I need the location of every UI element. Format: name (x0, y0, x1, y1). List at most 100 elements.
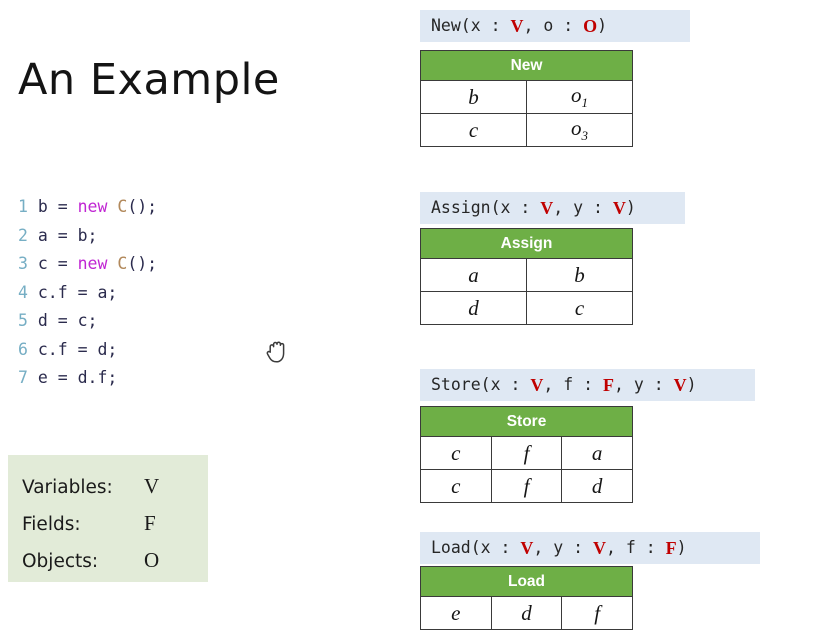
signature-text: , f : (543, 374, 603, 394)
signature-type-symbol: F (665, 538, 677, 558)
cell-value: f (523, 473, 530, 498)
cell-value: d (521, 600, 532, 625)
page-title: An Example (18, 55, 280, 105)
legend-row: Variables: V (22, 469, 202, 503)
signature-text: Assign(x : (431, 197, 541, 217)
table-row: b o1 (420, 80, 633, 114)
code-token-plain: (); (127, 197, 158, 216)
code-token-plain: d = c; (37, 311, 98, 330)
code-line: 7 e = d.f; (18, 364, 157, 393)
relation-signature-load: Load(x : V, y : V, f : F) (420, 532, 760, 564)
signature-text: , o : (523, 15, 584, 35)
code-token-kw: new (77, 254, 118, 273)
table-cell: d (490, 596, 563, 630)
code-line-number: 2 (18, 225, 28, 245)
code-line-number: 7 (18, 368, 28, 387)
signature-text: Store(x : (431, 374, 531, 394)
table-cell: d (420, 291, 527, 325)
cell-value: c (468, 117, 479, 142)
table-header-row: Store (420, 406, 633, 437)
legend-symbol: O (144, 548, 160, 572)
table-header-new: New (420, 50, 633, 81)
signature-text: , y : (533, 537, 594, 557)
signature-text: , f : (606, 537, 666, 557)
legend-label: Variables: (22, 477, 113, 498)
code-token-plain: c.f = d; (37, 339, 118, 359)
table-cell: o1 (526, 80, 633, 114)
code-token-plain: c.f = a; (37, 282, 118, 302)
signature-text: , y : (553, 197, 613, 217)
table-cell: b (420, 80, 527, 114)
relation-table-store: Store c f a c f d (420, 406, 633, 503)
cell-value: c (451, 440, 461, 465)
cell-value: d (468, 295, 479, 320)
code-line: 1 b = new C(); (18, 193, 157, 222)
signature-type-symbol: F (602, 375, 614, 395)
cell-subscript: 3 (581, 128, 589, 144)
table-row: cfa (420, 436, 633, 470)
code-token-plain: e = d.f; (37, 368, 118, 387)
relation-table-new: New b o1 c o3 (420, 50, 633, 147)
legend-row: Fields: F (22, 506, 202, 540)
cell-value: a (591, 440, 603, 465)
code-line-number: 6 (18, 339, 28, 359)
table-cell: c (420, 113, 527, 147)
table-cell: o3 (526, 113, 633, 147)
cell-value: e (451, 600, 461, 625)
cell-value: c (574, 295, 585, 320)
cell-subscript: 1 (581, 95, 589, 111)
legend-symbol: V (144, 474, 160, 498)
code-token-cls: C (117, 197, 128, 216)
table-cell: f (490, 469, 563, 503)
table-row: c o3 (420, 113, 633, 147)
signature-type-symbol: V (540, 198, 554, 218)
signature-type-symbol: O (583, 16, 598, 36)
code-gutter-space (28, 197, 38, 216)
cell-value: b (574, 262, 585, 287)
table-row: edf (420, 596, 633, 630)
relation-signature-new: New(x : V, o : O) (420, 10, 690, 42)
cell-value: f (594, 600, 601, 625)
signature-text: ) (686, 374, 697, 394)
code-line-number: 3 (18, 254, 28, 273)
cell-value: d (591, 473, 603, 498)
table-row: ab (420, 258, 633, 292)
relation-signature-store: Store(x : V, f : F, y : V) (420, 369, 755, 401)
table-cell: c (420, 436, 492, 470)
signature-text: ) (597, 15, 608, 35)
signature-text: , y : (613, 374, 674, 394)
cell-value: c (451, 473, 461, 498)
signature-text: New(x : (431, 15, 511, 35)
table-cell: d (561, 469, 633, 503)
table-cell: c (526, 291, 633, 325)
code-gutter-space (28, 368, 38, 387)
legend-label: Objects: (22, 551, 99, 572)
legend-row: Objects: O (22, 543, 202, 577)
code-token-kw: new (77, 197, 118, 216)
relation-table-assign: Assign a b d c (420, 228, 633, 325)
code-line: 2 a = b; (18, 222, 157, 251)
signature-type-symbol: V (530, 375, 544, 395)
code-line-number: 4 (18, 282, 28, 302)
table-header-row: Assign (420, 228, 633, 259)
code-token-plain: (); (127, 254, 158, 273)
relation-table-load: Load e d f (420, 566, 633, 630)
code-line: 6 c.f = d; (18, 336, 157, 365)
signature-type-symbol: V (593, 538, 607, 558)
cell-value: o (571, 115, 582, 140)
code-token-cls: C (117, 254, 128, 273)
legend-box: Variables: V Fields: F Objects: O (8, 455, 208, 582)
table-cell: f (561, 596, 633, 630)
code-listing: 1 b = new C(); 2 a = b; 3 c = new C(); 4 c.… (18, 193, 157, 393)
grab-hand-cursor (264, 338, 290, 366)
code-line: 5 d = c; (18, 307, 157, 336)
code-token-plain: c = (37, 254, 78, 273)
relation-signature-assign: Assign(x : V, y : V) (420, 192, 685, 224)
code-line: 4 c.f = a; (18, 279, 157, 308)
signature-type-symbol: V (673, 375, 687, 395)
code-line-number: 5 (18, 311, 28, 330)
table-header-assign: Assign (420, 228, 633, 259)
code-token-plain: a = b; (37, 225, 98, 245)
table-header-row: New (420, 50, 633, 81)
table-cell: e (420, 596, 492, 630)
